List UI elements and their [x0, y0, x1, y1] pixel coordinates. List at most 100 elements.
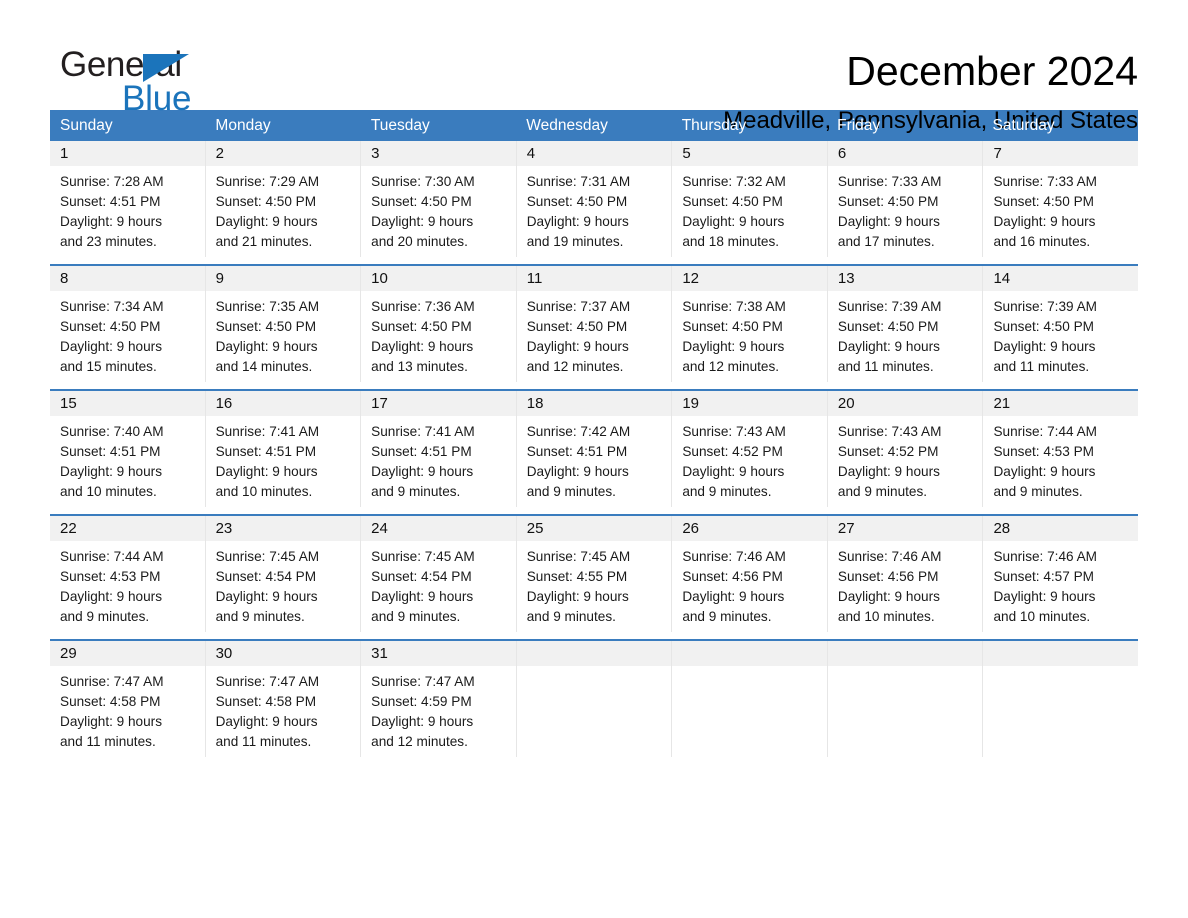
daylight-text-line2: and 11 minutes.: [993, 359, 1090, 374]
sunrise-text: Sunrise: 7:32 AM: [682, 174, 786, 189]
day-number: [983, 641, 1139, 666]
sunrise-text: Sunrise: 7:46 AM: [993, 549, 1097, 564]
day-number: 12: [672, 266, 827, 291]
daylight-text-line2: and 11 minutes.: [837, 359, 934, 374]
day-cell[interactable]: 12 Sunrise: 7:38 AM Sunset: 4:50 PM Dayl…: [671, 266, 827, 382]
day-cell[interactable]: 15 Sunrise: 7:40 AM Sunset: 4:51 PM Dayl…: [50, 391, 205, 507]
weekday-header-saturday: Saturday: [992, 117, 1055, 134]
sunrise-text: Sunrise: 7:31 AM: [526, 174, 631, 189]
day-number: 29: [50, 641, 205, 666]
sunrise-text: Sunrise: 7:40 AM: [60, 424, 164, 439]
day-cell[interactable]: 4 Sunrise: 7:31 AM Sunset: 4:50 PM Dayli…: [515, 141, 672, 257]
sunset-text: Sunset: 4:58 PM: [60, 694, 161, 709]
sunrise-text: Sunrise: 7:44 AM: [993, 424, 1097, 439]
sunset-text: Sunset: 4:50 PM: [837, 319, 939, 334]
day-cell[interactable]: 11 Sunrise: 7:37 AM Sunset: 4:50 PM Dayl…: [515, 266, 672, 382]
day-cell[interactable]: 18 Sunrise: 7:42 AM Sunset: 4:51 PM Dayl…: [515, 391, 672, 507]
day-cell[interactable]: 30 Sunrise: 7:47 AM Sunset: 4:58 PM Dayl…: [204, 641, 361, 757]
daylight-text-line2: and 13 minutes.: [371, 359, 468, 374]
day-cell[interactable]: 21 Sunrise: 7:44 AM Sunset: 4:53 PM Dayl…: [982, 391, 1139, 507]
day-cell[interactable]: 1 Sunrise: 7:28 AM Sunset: 4:51 PM Dayli…: [50, 141, 205, 257]
day-cell[interactable]: 29 Sunrise: 7:47 AM Sunset: 4:58 PM Dayl…: [50, 641, 205, 757]
daylight-text-line1: Daylight: 9 hours: [60, 714, 163, 729]
weekday-header-wednesday: Wednesday: [526, 117, 608, 134]
generalblue-logo[interactable]: General Blue: [50, 44, 250, 122]
daylight-text-line2: and 9 minutes.: [682, 609, 772, 624]
day-cell[interactable]: 28 Sunrise: 7:46 AM Sunset: 4:57 PM Dayl…: [982, 516, 1139, 632]
daylight-text-line1: Daylight: 9 hours: [682, 214, 785, 229]
daylight-text-line1: Daylight: 9 hours: [60, 214, 163, 229]
sunset-text: Sunset: 4:52 PM: [837, 444, 939, 459]
sunset-text: Sunset: 4:55 PM: [526, 569, 628, 584]
day-details: Sunrise: 7:46 AM Sunset: 4:56 PM Dayligh…: [828, 541, 983, 627]
day-cell[interactable]: 13 Sunrise: 7:39 AM Sunset: 4:50 PM Dayl…: [826, 266, 983, 382]
daylight-text-line1: Daylight: 9 hours: [526, 589, 629, 604]
day-cell[interactable]: 17 Sunrise: 7:41 AM Sunset: 4:51 PM Dayl…: [360, 391, 516, 507]
day-cell[interactable]: 16 Sunrise: 7:41 AM Sunset: 4:51 PM Dayl…: [204, 391, 361, 507]
day-number: 31: [361, 641, 516, 666]
sunset-text: Sunset: 4:57 PM: [993, 569, 1094, 584]
day-cell[interactable]: 10 Sunrise: 7:36 AM Sunset: 4:50 PM Dayl…: [360, 266, 516, 382]
day-cell[interactable]: 26 Sunrise: 7:46 AM Sunset: 4:56 PM Dayl…: [671, 516, 827, 632]
daylight-text-line1: Daylight: 9 hours: [371, 464, 474, 479]
day-cell[interactable]: 7 Sunrise: 7:33 AM Sunset: 4:50 PM Dayli…: [982, 141, 1139, 257]
day-details: Sunrise: 7:43 AM Sunset: 4:52 PM Dayligh…: [828, 416, 983, 502]
day-cell[interactable]: 27 Sunrise: 7:46 AM Sunset: 4:56 PM Dayl…: [826, 516, 983, 632]
sunset-text: Sunset: 4:52 PM: [682, 444, 783, 459]
sunset-text: Sunset: 4:51 PM: [60, 194, 161, 209]
sunset-text: Sunset: 4:53 PM: [993, 444, 1094, 459]
daylight-text-line2: and 10 minutes.: [215, 484, 313, 499]
day-cell[interactable]: 19 Sunrise: 7:43 AM Sunset: 4:52 PM Dayl…: [671, 391, 827, 507]
daylight-text-line2: and 9 minutes.: [371, 484, 461, 499]
day-details: [517, 666, 672, 672]
day-cell[interactable]: 8 Sunrise: 7:34 AM Sunset: 4:50 PM Dayli…: [50, 266, 205, 382]
sunset-text: Sunset: 4:50 PM: [60, 319, 161, 334]
day-cell[interactable]: 20 Sunrise: 7:43 AM Sunset: 4:52 PM Dayl…: [826, 391, 983, 507]
sunset-text: Sunset: 4:59 PM: [371, 694, 472, 709]
day-cell[interactable]: 25 Sunrise: 7:45 AM Sunset: 4:55 PM Dayl…: [515, 516, 672, 632]
day-details: Sunrise: 7:43 AM Sunset: 4:52 PM Dayligh…: [672, 416, 827, 502]
day-cell[interactable]: 6 Sunrise: 7:33 AM Sunset: 4:50 PM Dayli…: [826, 141, 983, 257]
day-cell[interactable]: 24 Sunrise: 7:45 AM Sunset: 4:54 PM Dayl…: [360, 516, 516, 632]
day-cell[interactable]: 3 Sunrise: 7:30 AM Sunset: 4:50 PM Dayli…: [360, 141, 516, 257]
daylight-text-line2: and 10 minutes.: [993, 609, 1091, 624]
sunset-text: Sunset: 4:50 PM: [682, 194, 783, 209]
sunset-text: Sunset: 4:56 PM: [682, 569, 783, 584]
day-details: Sunrise: 7:37 AM Sunset: 4:50 PM Dayligh…: [517, 291, 672, 377]
sunrise-text: Sunrise: 7:46 AM: [837, 549, 942, 564]
day-cell[interactable]: 31 Sunrise: 7:47 AM Sunset: 4:59 PM Dayl…: [360, 641, 516, 757]
day-details: Sunrise: 7:44 AM Sunset: 4:53 PM Dayligh…: [983, 416, 1138, 502]
day-number: 17: [361, 391, 516, 416]
day-cell[interactable]: 22 Sunrise: 7:44 AM Sunset: 4:53 PM Dayl…: [50, 516, 205, 632]
day-number: 4: [516, 141, 672, 166]
day-details: Sunrise: 7:31 AM Sunset: 4:50 PM Dayligh…: [517, 166, 672, 252]
day-number: 6: [827, 141, 983, 166]
daylight-text-line1: Daylight: 9 hours: [215, 714, 318, 729]
week-row: 8 Sunrise: 7:34 AM Sunset: 4:50 PM Dayli…: [50, 264, 1139, 382]
day-cell[interactable]: 14 Sunrise: 7:39 AM Sunset: 4:50 PM Dayl…: [982, 266, 1139, 382]
daylight-text-line2: and 15 minutes.: [60, 359, 157, 374]
sunrise-text: Sunrise: 7:46 AM: [682, 549, 786, 564]
sunrise-text: Sunrise: 7:47 AM: [60, 674, 164, 689]
day-number: 25: [516, 516, 672, 541]
sunrise-text: Sunrise: 7:43 AM: [837, 424, 942, 439]
daylight-text-line2: and 17 minutes.: [837, 234, 935, 249]
day-number: 21: [983, 391, 1139, 416]
day-cell[interactable]: 9 Sunrise: 7:35 AM Sunset: 4:50 PM Dayli…: [204, 266, 361, 382]
day-details: Sunrise: 7:36 AM Sunset: 4:50 PM Dayligh…: [361, 291, 516, 377]
day-details: Sunrise: 7:32 AM Sunset: 4:50 PM Dayligh…: [672, 166, 827, 252]
day-cell-empty: [671, 641, 827, 757]
day-number: 14: [983, 266, 1139, 291]
daylight-text-line2: and 9 minutes.: [526, 609, 616, 624]
sunset-text: Sunset: 4:54 PM: [371, 569, 472, 584]
day-cell[interactable]: 23 Sunrise: 7:45 AM Sunset: 4:54 PM Dayl…: [204, 516, 361, 632]
daylight-text-line1: Daylight: 9 hours: [837, 214, 940, 229]
day-cell[interactable]: 2 Sunrise: 7:29 AM Sunset: 4:50 PM Dayli…: [204, 141, 361, 257]
day-cell[interactable]: 5 Sunrise: 7:32 AM Sunset: 4:50 PM Dayli…: [671, 141, 827, 257]
daylight-text-line1: Daylight: 9 hours: [215, 339, 318, 354]
daylight-text-line2: and 14 minutes.: [215, 359, 313, 374]
day-details: Sunrise: 7:47 AM Sunset: 4:58 PM Dayligh…: [50, 666, 205, 752]
day-details: Sunrise: 7:34 AM Sunset: 4:50 PM Dayligh…: [50, 291, 205, 377]
sunrise-text: Sunrise: 7:45 AM: [215, 549, 320, 564]
day-cell-empty: [982, 641, 1139, 757]
